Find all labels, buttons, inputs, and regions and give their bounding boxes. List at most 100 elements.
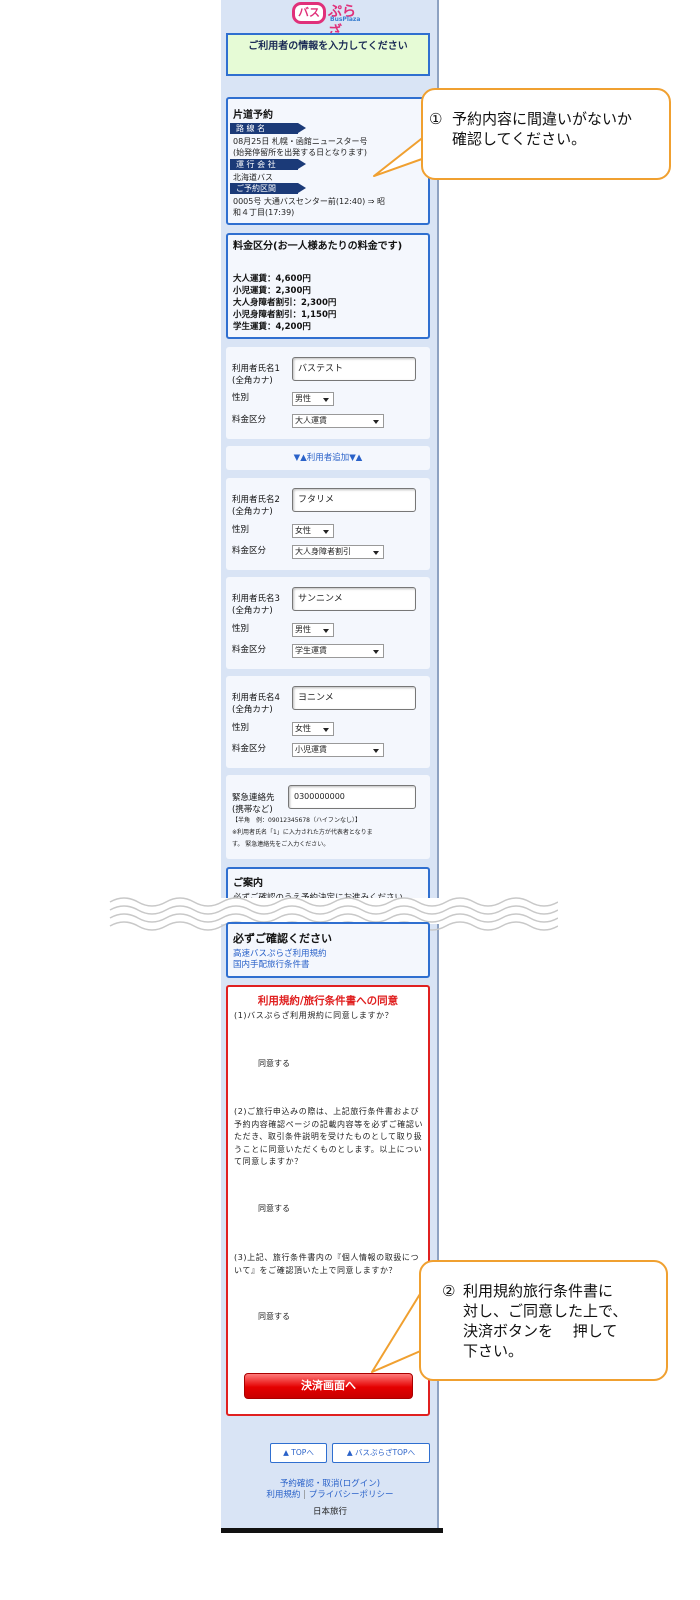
fare-class-label: 料金区分: [232, 645, 267, 655]
gender-label: 性別: [232, 525, 250, 535]
chevron-down-icon: [323, 398, 329, 402]
emergency-sub-label: (携帯など): [232, 805, 273, 815]
callout-2-line-4: 下さい。: [463, 1342, 524, 1360]
gender-select[interactable]: 男性: [292, 623, 334, 637]
gender-select[interactable]: 女性: [292, 722, 334, 736]
fare-info-panel: 料金区分(お一人様あたりの料金です) 大人運賃：4,600円 小児運賃：2,30…: [226, 233, 430, 339]
fare-item: 小児身障者割引：1,150円: [233, 310, 337, 320]
chevron-down-icon: [373, 749, 379, 753]
fare-item: 大人運賃：4,600円: [233, 274, 311, 284]
emergency-format-note: 【半角 例：09012345678（ハイフンなし）】: [232, 817, 361, 824]
agree-option-2[interactable]: 同意する: [258, 1203, 290, 1214]
gender-label: 性別: [232, 624, 250, 634]
agreement-title: 利用規約/旅行条件書への同意: [257, 995, 399, 1007]
chevron-down-icon: [323, 629, 329, 633]
user-name-label: 利用者氏名3: [232, 594, 280, 604]
user-kana-label: (全角カナ): [232, 507, 273, 517]
route-value: 08月25日 札幌・函館ニュースター号: [233, 137, 368, 146]
fare-class-value: 大人運賃: [295, 416, 327, 425]
user-form-2: 利用者氏名2 (全角カナ) フタリメ 性別 女性 料金区分 大人身障者割引: [226, 478, 430, 570]
instruction-callout-1: ① 予約内容に間違いがないか 確認してください。: [421, 88, 671, 180]
fare-item: 学生運賃：4,200円: [233, 322, 311, 332]
chevron-down-icon: [323, 728, 329, 732]
chevron-down-icon: [373, 650, 379, 654]
callout-2-number: ②: [442, 1282, 456, 1300]
instruction-callout-2: ② 利用規約旅行条件書に 対し、ご同意した上で、 決済ボタンを 押して 下さい。: [419, 1260, 668, 1381]
emergency-note: ※利用者氏名「1」に入力された方が代表者となりま: [232, 829, 373, 836]
gender-select[interactable]: 女性: [292, 524, 334, 538]
fare-class-value: 小児運賃: [295, 745, 327, 754]
agreement-question-3: (3)上記、旅行条件書内の『個人情報の取扱について』をご確認頂いた上で同意します…: [234, 1253, 420, 1275]
user-kana-label: (全角カナ): [232, 376, 273, 386]
user-name-input[interactable]: バステスト: [292, 357, 416, 381]
agreement-question-1: (1)バスぷらざ利用規約に同意しますか？: [234, 1011, 394, 1020]
notice-title: ご案内: [233, 878, 263, 889]
bus-plaza-logo[interactable]: バス ぷらざ BusPlaza: [292, 2, 366, 40]
fare-class-value: 大人身障者割引: [295, 547, 351, 556]
emergency-note-cont: す。 緊急連絡先をご入力ください。: [232, 841, 330, 848]
fare-class-value: 学生運賃: [295, 646, 327, 655]
user-name-label: 利用者氏名2: [232, 495, 280, 505]
top-button[interactable]: ▲ TOPへ: [270, 1443, 327, 1463]
site-top-button[interactable]: ▲ バスぷらざTOPへ: [332, 1443, 430, 1463]
callout-2-line-1: 利用規約旅行条件書に: [463, 1282, 614, 1300]
fare-class-select[interactable]: 大人運賃: [292, 414, 384, 428]
gender-label: 性別: [232, 723, 250, 733]
gender-value: 男性: [295, 394, 311, 403]
callout-1-number: ①: [429, 110, 443, 128]
user-kana-label: (全角カナ): [232, 606, 273, 616]
confirm-panel: 必ずご確認ください 高速バスぷらざ利用規約 国内手配旅行条件書: [226, 922, 430, 978]
gender-value: 女性: [295, 526, 311, 535]
user-form-1: 利用者氏名1 (全角カナ) バステスト 性別 男性 料金区分 大人運賃: [226, 347, 430, 439]
terms-link[interactable]: 高速バスぷらざ利用規約: [233, 949, 327, 960]
add-user-button[interactable]: ▼▲利用者追加▼▲: [226, 446, 430, 470]
fare-item: 大人身障者割引：2,300円: [233, 298, 337, 308]
emergency-phone-input[interactable]: 0300000000: [288, 785, 416, 809]
user-form-4: 利用者氏名4 (全角カナ) ヨニンメ 性別 女性 料金区分 小児運賃: [226, 676, 430, 768]
operator-label: 運 行 会 社: [230, 159, 306, 170]
page-title: ご利用者の情報を入力してください: [226, 33, 430, 76]
emergency-label: 緊急連絡先: [232, 793, 275, 803]
section-value: 0005号 大通バスセンター前(12:40) ⇒ 昭: [233, 197, 385, 206]
agree-option-1[interactable]: 同意する: [258, 1058, 290, 1069]
privacy-link[interactable]: プライバシーポリシー: [309, 1490, 394, 1500]
fare-class-label: 料金区分: [232, 546, 267, 556]
fare-class-label: 料金区分: [232, 744, 267, 754]
chevron-down-icon: [323, 530, 329, 534]
logo-badge: バス: [292, 2, 326, 24]
logo-subtitle: BusPlaza: [330, 16, 361, 23]
callout-1-line-2: 確認してください。: [452, 130, 587, 148]
operator-value: 北海道バス: [233, 173, 273, 182]
trip-type-title: 片道予約: [233, 110, 273, 121]
fare-class-select[interactable]: 学生運賃: [292, 644, 384, 658]
footer-terms-link[interactable]: 利用規約: [266, 1490, 300, 1500]
chevron-down-icon: [373, 420, 379, 424]
gender-value: 男性: [295, 625, 311, 634]
fare-class-select[interactable]: 小児運賃: [292, 743, 384, 757]
user-name-label: 利用者氏名4: [232, 693, 280, 703]
screen-bottom-edge: [221, 1528, 443, 1533]
fare-class-label: 料金区分: [232, 415, 267, 425]
user-form-3: 利用者氏名3 (全角カナ) サンニンメ 性別 男性 料金区分 学生運賃: [226, 577, 430, 669]
agree-option-3[interactable]: 同意する: [258, 1311, 290, 1322]
gender-select[interactable]: 男性: [292, 392, 334, 406]
user-name-input[interactable]: ヨニンメ: [292, 686, 416, 710]
fare-class-select[interactable]: 大人身障者割引: [292, 545, 384, 559]
route-note: (始発停留所を出発する日となります): [233, 148, 368, 157]
fare-item: 小児運賃：2,300円: [233, 286, 311, 296]
agreement-question-2: (2)ご旅行申込みの際は、上記旅行条件書および予約内容確認ページの記載内容等を必…: [234, 1107, 424, 1166]
callout-1-line-1: 予約内容に間違いがないか: [452, 110, 633, 128]
gender-value: 女性: [295, 724, 311, 733]
travel-conditions-link[interactable]: 国内手配旅行条件書: [233, 960, 310, 971]
section-value-cont: 和４丁目(17:39): [233, 208, 295, 217]
section-label: ご予約区間: [230, 183, 306, 194]
user-name-input[interactable]: サンニンメ: [292, 587, 416, 611]
user-name-input[interactable]: フタリメ: [292, 488, 416, 512]
emergency-contact-form: 緊急連絡先 (携帯など) 0300000000 【半角 例：0901234567…: [226, 775, 430, 859]
fare-title: 料金区分(お一人様あたりの料金です): [233, 241, 403, 252]
user-kana-label: (全角カナ): [232, 705, 273, 715]
gender-label: 性別: [232, 393, 250, 403]
footer-separator: |: [303, 1490, 307, 1500]
user-name-label: 利用者氏名1: [232, 364, 280, 374]
chevron-down-icon: [373, 551, 379, 555]
